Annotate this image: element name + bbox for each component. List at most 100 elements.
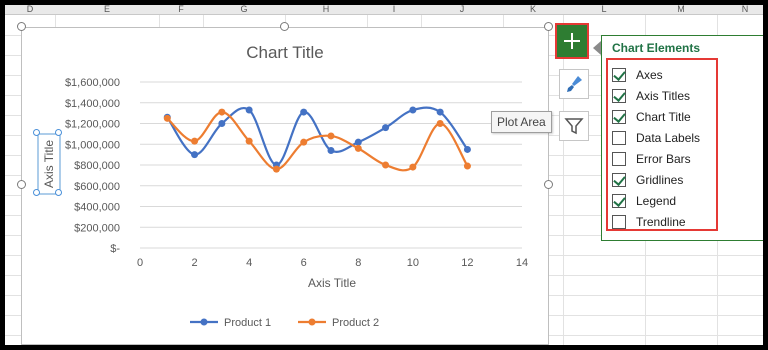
chart-element-label: Axis Titles [636,89,691,103]
chart-element-axis-titles[interactable]: Axis Titles [612,87,690,105]
y-tick-label: $1,600,000 [65,77,120,89]
x-tick-label: 14 [516,257,528,269]
y-tick-label: $200,000 [74,222,120,234]
chart-styles-button[interactable] [559,69,589,99]
y-tick-label: $400,000 [74,202,120,214]
checkbox-legend[interactable] [612,194,626,208]
y-tick-label: $1,200,000 [65,119,120,131]
legend-swatch-marker [308,318,316,326]
y-axis-title-box[interactable]: Axis Title [37,133,61,195]
legend[interactable]: Product 1 Product 2 [190,317,379,329]
column-header-e[interactable]: E [55,5,160,15]
column-header-d[interactable]: D [5,5,56,15]
chart-element-label: Axes [636,68,663,82]
data-point[interactable] [436,120,444,127]
x-tick-label: 8 [355,257,361,269]
data-point[interactable] [382,161,390,169]
checkmark-icon [613,173,626,186]
chart-title[interactable]: Chart Title [246,43,323,62]
chart-filters-button[interactable] [559,111,589,141]
chart-element-axes[interactable]: Axes [612,66,663,84]
column-header-j[interactable]: J [421,5,504,15]
resize-handle-right[interactable] [544,180,553,189]
checkbox-axes[interactable] [612,68,626,82]
column-header-l[interactable]: L [563,5,646,15]
data-point[interactable] [163,114,171,122]
data-point[interactable] [300,138,308,146]
y-tick-label: $800,000 [74,160,120,172]
chart-elements-list: Axes Axis Titles Chart Title Data Labels Err… [606,58,718,231]
data-point[interactable] [409,106,417,114]
checkbox-trendline[interactable] [612,215,626,229]
data-point[interactable] [409,163,417,171]
legend-item-1[interactable]: Product 1 [190,317,271,329]
data-point[interactable] [218,120,226,127]
data-point[interactable] [463,162,471,170]
column-header-g[interactable]: G [203,5,286,15]
chart-element-chart-title[interactable]: Chart Title [612,108,691,126]
column-header-f[interactable]: F [159,5,204,15]
chart-element-label: Data Labels [636,131,701,145]
x-tick-label: 6 [301,257,307,269]
resize-handle-top-right[interactable] [544,22,553,31]
x-axis-title[interactable]: Axis Title [308,276,356,290]
y-tick-label: $1,000,000 [65,139,120,151]
chart-area[interactable]: $- $200,000 $400,000 $600,000 $800,000 $1,000… [21,27,549,345]
data-point[interactable] [354,144,362,152]
resize-handle-left[interactable] [17,180,26,189]
x-tick-label: 12 [461,257,473,269]
data-point[interactable] [191,151,199,159]
chart-element-error-bars[interactable]: Error Bars [612,150,691,168]
chart-element-label: Chart Title [636,110,691,124]
chart-element-label: Error Bars [636,152,691,166]
x-tick-labels: 0 2 4 6 8 10 12 14 [137,257,528,269]
checkbox-axis-titles[interactable] [612,89,626,103]
column-header-m[interactable]: M [645,5,718,15]
legend-label: Product 2 [332,317,379,329]
axis-title-handle-tl[interactable] [33,129,40,136]
axis-title-handle-tr[interactable] [55,129,62,136]
y-tick-label: $600,000 [74,181,120,193]
y-tick-labels: $- $200,000 $400,000 $600,000 $800,000 $1,000… [65,77,120,255]
y-axis-title[interactable]: Axis Title [42,140,56,188]
axis-title-handle-bl[interactable] [33,189,40,196]
data-point[interactable] [300,108,308,116]
data-point[interactable] [463,145,471,153]
x-tick-label: 4 [246,257,252,269]
data-point[interactable] [382,124,390,132]
chart-element-data-labels[interactable]: Data Labels [612,129,700,147]
data-point[interactable] [191,137,199,145]
resize-handle-top[interactable] [280,22,289,31]
data-point[interactable] [245,106,253,114]
chart-element-label: Legend [636,194,677,208]
checkbox-data-labels[interactable] [612,131,626,145]
axis-title-handle-br[interactable] [55,189,62,196]
chart-elements-button[interactable] [555,23,589,59]
data-point[interactable] [436,108,444,116]
column-header-k[interactable]: K [503,5,564,15]
data-point[interactable] [218,108,226,116]
data-point[interactable] [272,165,280,173]
paintbrush-icon [567,76,582,92]
column-header-h[interactable]: H [285,5,368,15]
checkbox-chart-title[interactable] [612,110,626,124]
data-point[interactable] [327,132,335,140]
checkmark-icon [613,68,626,81]
x-tick-label: 2 [192,257,198,269]
chart-element-trendline[interactable]: Trendline [612,213,686,231]
legend-item-2[interactable]: Product 2 [298,317,379,329]
column-header-i[interactable]: I [367,5,422,15]
screenshot-frame: DEFGHIJKLMN $- $200,000 $400,000 $600,000 $8… [0,0,768,350]
data-point[interactable] [354,138,362,146]
chart-element-label: Trendline [636,215,686,229]
column-header-n[interactable]: N [717,5,763,15]
resize-handle-top-left[interactable] [17,22,26,31]
checkmark-icon [613,194,626,207]
data-point[interactable] [327,146,335,154]
checkbox-gridlines[interactable] [612,173,626,187]
data-point[interactable] [245,137,253,145]
chart-element-legend[interactable]: Legend [612,192,676,210]
series-line-2[interactable] [166,110,469,172]
checkbox-error-bars[interactable] [612,152,626,166]
chart-element-gridlines[interactable]: Gridlines [612,171,683,189]
